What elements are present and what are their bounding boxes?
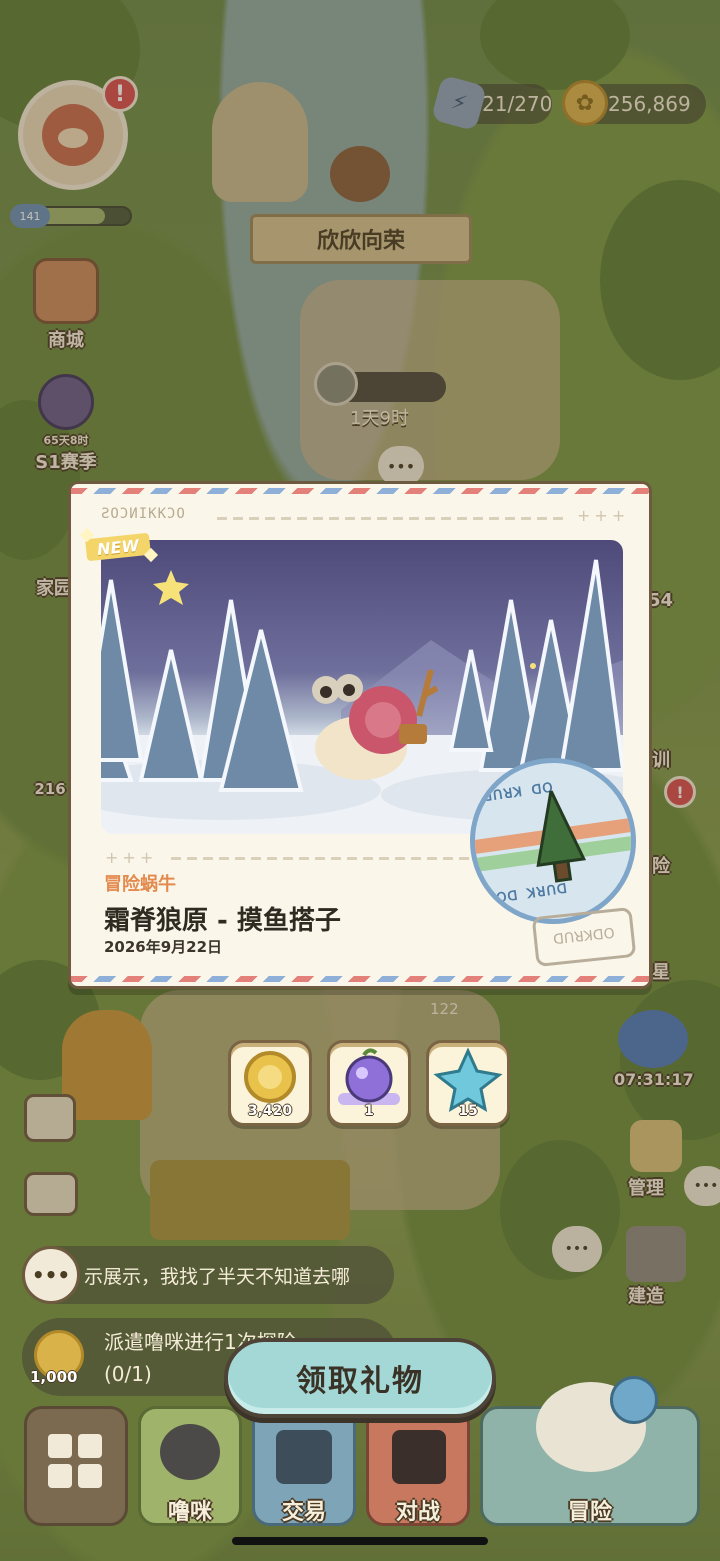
- chat-preview[interactable]: 示展示，我找了半天不知道去哪: [84, 1262, 390, 1289]
- card-title: 霜脊狼原 - 摸鱼搭子: [104, 906, 341, 936]
- reward-fruit-qty: 1: [364, 1103, 374, 1119]
- reward-fruit[interactable]: 1: [327, 1040, 411, 1126]
- airmail-border-bottom: [71, 976, 649, 982]
- pine-tree-icon: [536, 787, 587, 883]
- claim-gift-button[interactable]: 领取礼物: [224, 1338, 496, 1418]
- chat-more-button[interactable]: •••: [22, 1246, 80, 1304]
- nav-trade-label: 交易: [281, 1500, 326, 1525]
- reward-crystal-qty: 15: [458, 1103, 478, 1119]
- reward-crystal[interactable]: 15: [426, 1040, 510, 1126]
- nav-battle-label: 对战: [395, 1500, 440, 1525]
- grid-menu-icon: [48, 1434, 102, 1488]
- card-code: ƧOƆИIKKƆO: [101, 506, 186, 522]
- cross-marks: +++: [105, 848, 158, 867]
- reward-coin[interactable]: 3,420: [228, 1040, 312, 1126]
- cross-marks: +++: [577, 506, 630, 525]
- task-reward: 1,000: [30, 1368, 78, 1386]
- reward-coin-qty: 3,420: [247, 1103, 293, 1119]
- battle-icon: [392, 1430, 446, 1484]
- secondary-stamp: ꓷꓵꓤꓘꓷꓳ: [531, 906, 637, 968]
- airmail-border-top: [71, 488, 649, 494]
- home-indicator[interactable]: [232, 1537, 488, 1545]
- dashed-divider: [171, 857, 471, 860]
- compass-icon: [610, 1376, 658, 1424]
- lumi-icon: [160, 1424, 220, 1480]
- card-date: 2026年9月22日: [104, 938, 223, 956]
- nav-adventure-label: 冒险: [567, 1500, 612, 1525]
- nav-lumi-label: 噜咪: [167, 1500, 212, 1525]
- card-category: 冒险蜗牛: [104, 874, 176, 895]
- dashed-divider: [217, 517, 567, 520]
- trade-icon: [276, 1430, 332, 1484]
